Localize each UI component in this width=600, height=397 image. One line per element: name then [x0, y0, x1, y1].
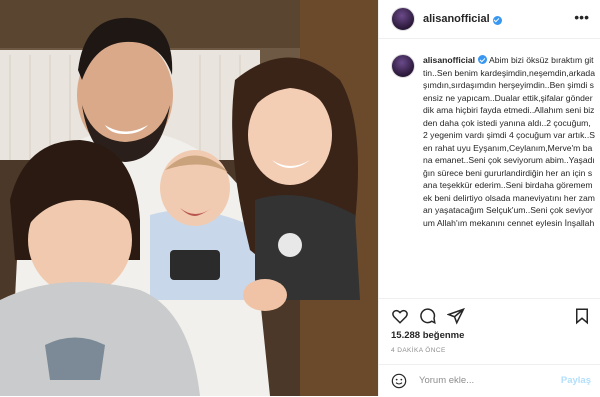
paper-plane-icon[interactable]	[447, 307, 465, 325]
post-sidebar: alisanofficial ••• alisanofficial Abim b…	[378, 0, 600, 396]
instagram-post: alisanofficial ••• alisanofficial Abim b…	[0, 0, 600, 396]
action-bar	[379, 298, 600, 329]
comment-input[interactable]: Yorum ekle...	[419, 375, 474, 386]
caption-verified-badge-icon	[478, 55, 488, 64]
comment-bar: Yorum ekle... Paylaş	[379, 364, 600, 397]
share-comment-button[interactable]: Paylaş	[561, 375, 591, 386]
caption-avatar[interactable]	[391, 54, 415, 78]
more-options-icon[interactable]: •••	[574, 10, 589, 24]
caption-text: Abim bizi öksüz bıraktım gittin..Sen ben…	[423, 55, 595, 228]
heart-icon[interactable]	[391, 307, 409, 325]
post-photo[interactable]	[0, 0, 378, 396]
post-caption: alisanofficial Abim bizi öksüz bıraktım …	[391, 54, 595, 296]
avatar[interactable]	[391, 7, 415, 31]
header-username[interactable]: alisanofficial	[423, 13, 490, 25]
caption-text-block: alisanofficial Abim bizi öksüz bıraktım …	[423, 54, 595, 296]
smiley-icon[interactable]	[391, 373, 407, 389]
post-header: alisanofficial •••	[379, 0, 600, 39]
post-timestamp[interactable]: 4 DAKİKA ÖNCE	[391, 347, 446, 354]
likes-count[interactable]: 15.288 beğenme	[391, 330, 464, 341]
bookmark-icon[interactable]	[573, 307, 591, 325]
family-photo	[0, 0, 378, 396]
verified-badge-icon	[492, 15, 502, 25]
caption-username[interactable]: alisanofficial	[423, 55, 475, 65]
comment-icon[interactable]	[419, 307, 437, 325]
